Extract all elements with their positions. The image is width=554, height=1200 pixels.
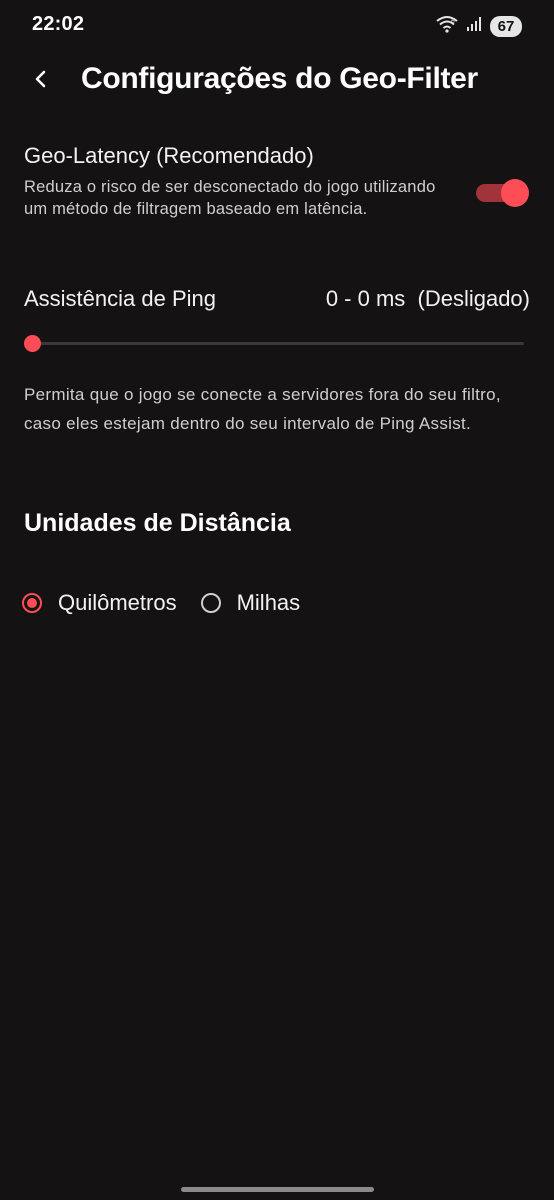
radio-label-miles: Milhas xyxy=(236,590,301,615)
status-time: 22:02 xyxy=(32,13,85,35)
radio-option-miles[interactable]: Milhas xyxy=(200,590,301,616)
ping-assist-description: Permita que o jogo se conecte a servidor… xyxy=(24,385,501,433)
svg-text:6: 6 xyxy=(451,18,455,25)
geo-latency-description: Reduza o risco de ser desconectado do jo… xyxy=(24,178,436,218)
slider-thumb[interactable] xyxy=(24,335,41,352)
radio-option-kilometers[interactable]: Quilômetros xyxy=(22,590,177,616)
page-title: Configurações do Geo-Filter xyxy=(81,62,478,95)
geo-latency-title: Geo-Latency (Recomendado) xyxy=(24,143,314,168)
back-button[interactable] xyxy=(24,64,58,98)
radio-miles[interactable] xyxy=(200,593,221,613)
battery-icon: 67 xyxy=(490,16,522,37)
radio-kilometers[interactable] xyxy=(22,593,42,613)
distance-units-radio-group: Quilômetros Milhas xyxy=(22,590,324,616)
wifi-icon: 6 xyxy=(436,15,458,38)
status-icons: 6 67 xyxy=(436,15,522,38)
ping-assist-slider[interactable] xyxy=(24,334,524,354)
signal-icon xyxy=(466,16,482,37)
toggle-thumb xyxy=(501,179,529,207)
ping-assist-value: 0 - 0 ms (Desligado) xyxy=(325,286,530,311)
distance-units-title: Unidades de Distância xyxy=(24,509,291,537)
chevron-left-icon xyxy=(33,69,49,94)
ping-assist-label: Assistência de Ping xyxy=(24,286,216,311)
radio-label-kilometers: Quilômetros xyxy=(58,590,177,615)
home-indicator[interactable] xyxy=(181,1187,374,1192)
geo-latency-toggle[interactable] xyxy=(476,179,530,207)
slider-track xyxy=(32,342,524,345)
